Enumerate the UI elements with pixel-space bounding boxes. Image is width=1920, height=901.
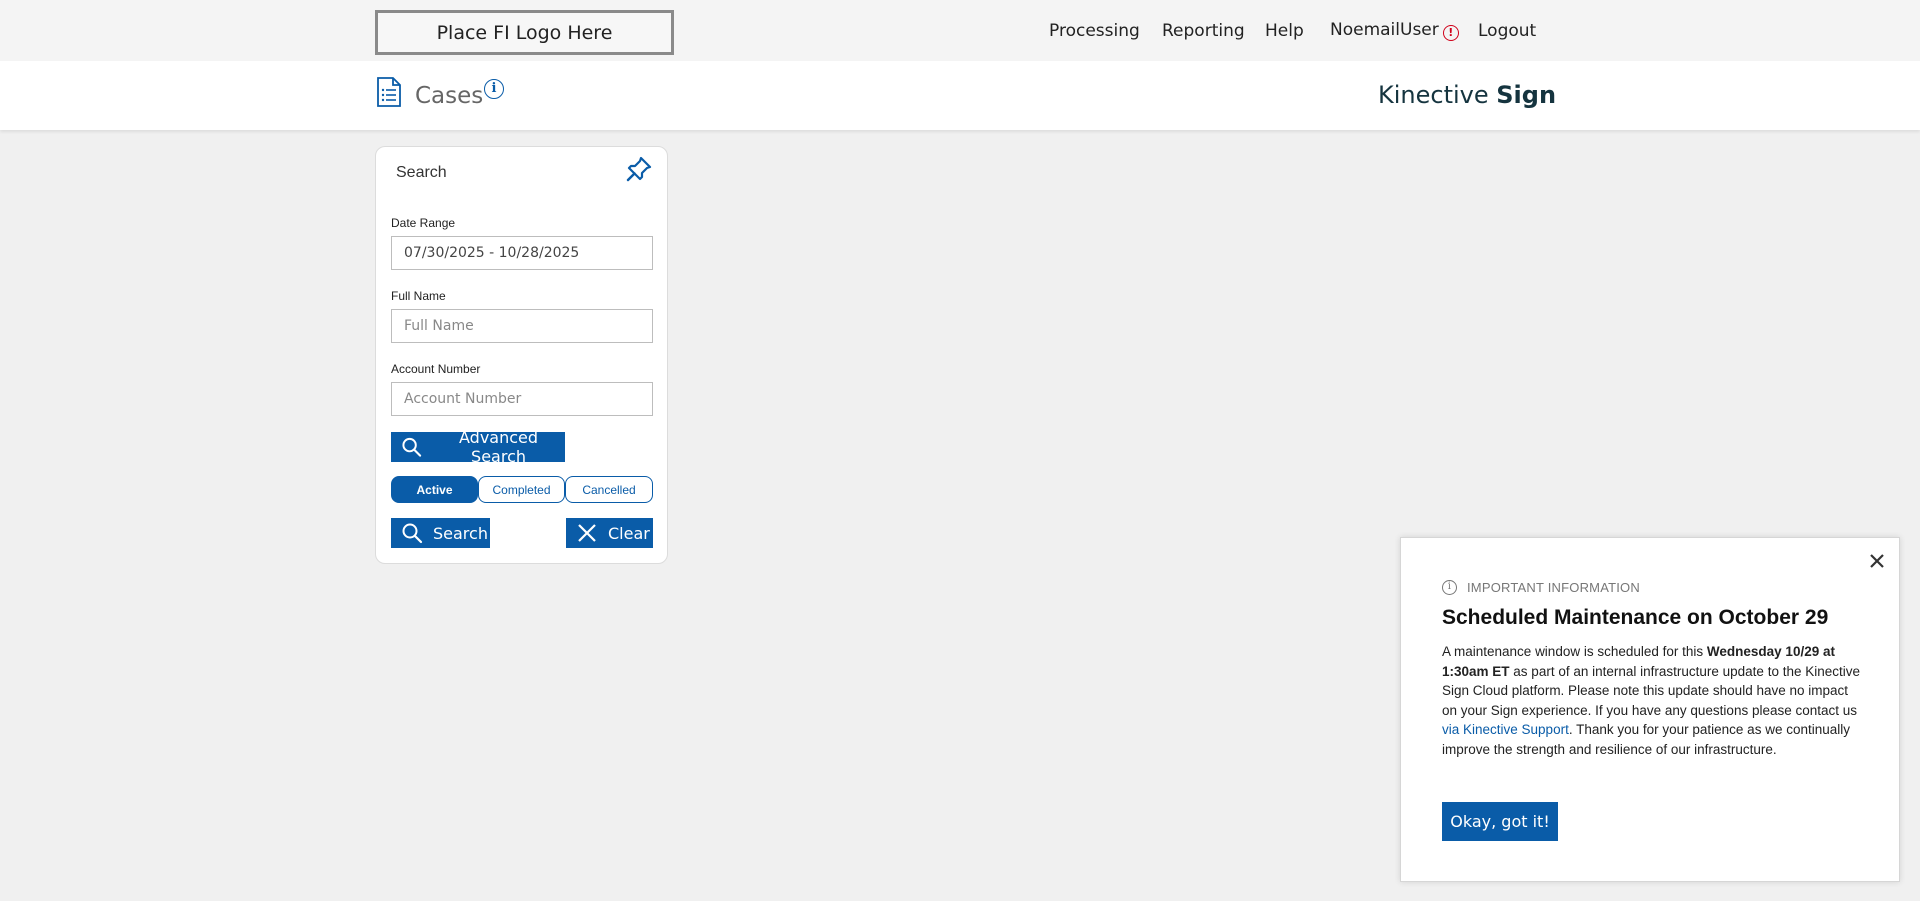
date-range-label: Date Range — [391, 216, 456, 230]
info-icon[interactable]: i — [484, 79, 504, 99]
nav-user-label: NoemailUser — [1330, 20, 1439, 40]
close-icon[interactable] — [1866, 550, 1888, 572]
brand-bold-text: Sign — [1496, 81, 1557, 109]
nav-help[interactable]: Help — [1265, 21, 1304, 41]
logo-placeholder: Place FI Logo Here — [375, 10, 674, 55]
advanced-search-button[interactable]: Advanced Search — [391, 428, 565, 466]
brand-light-text: Kinective — [1378, 81, 1497, 109]
account-number-label: Account Number — [391, 362, 481, 376]
full-name-label: Full Name — [391, 289, 446, 303]
support-link[interactable]: via Kinective Support — [1442, 722, 1569, 737]
search-button-label: Search — [433, 523, 488, 543]
info-icon: i — [1442, 580, 1457, 595]
tab-active[interactable]: Active — [391, 476, 478, 503]
notice-body-text: A maintenance window is scheduled for th… — [1442, 644, 1707, 659]
search-icon — [402, 437, 422, 457]
notice-kicker-text: IMPORTANT INFORMATION — [1467, 580, 1640, 595]
page-title: Cases — [415, 83, 484, 109]
top-bar: Place FI Logo Here Processing Reporting … — [0, 0, 1920, 61]
clear-button-label: Clear — [608, 523, 650, 543]
page-header: Cases i Kinective Sign — [0, 61, 1920, 130]
advanced-search-label: Advanced Search — [459, 428, 539, 466]
date-range-input[interactable] — [391, 236, 653, 270]
search-panel: Search Date Range Full Name Account Numb… — [375, 146, 668, 564]
nav-processing[interactable]: Processing — [1049, 21, 1140, 41]
full-name-input[interactable] — [391, 309, 653, 343]
tab-cancelled[interactable]: Cancelled — [565, 476, 653, 503]
account-number-input[interactable] — [391, 382, 653, 416]
search-icon — [402, 523, 423, 544]
maintenance-notice: i IMPORTANT INFORMATION Scheduled Mainte… — [1400, 537, 1900, 882]
nav-user[interactable]: NoemailUser! — [1330, 20, 1459, 41]
nav-reporting[interactable]: Reporting — [1162, 21, 1245, 41]
notice-body: A maintenance window is scheduled for th… — [1442, 642, 1862, 759]
clear-button[interactable]: Clear — [566, 518, 653, 548]
search-button[interactable]: Search — [391, 518, 490, 548]
notice-kicker: i IMPORTANT INFORMATION — [1442, 580, 1640, 595]
search-panel-title: Search — [396, 164, 447, 181]
close-icon — [578, 524, 596, 542]
notice-title: Scheduled Maintenance on October 29 — [1442, 606, 1829, 629]
document-list-icon — [377, 77, 401, 107]
tab-completed[interactable]: Completed — [478, 476, 565, 503]
exclamation-circle-icon: ! — [1442, 25, 1459, 41]
nav-logout[interactable]: Logout — [1478, 21, 1536, 41]
brand-logo: Kinective Sign — [1378, 81, 1556, 109]
okay-got-it-button[interactable]: Okay, got it! — [1442, 802, 1558, 841]
pin-icon[interactable] — [625, 155, 653, 183]
